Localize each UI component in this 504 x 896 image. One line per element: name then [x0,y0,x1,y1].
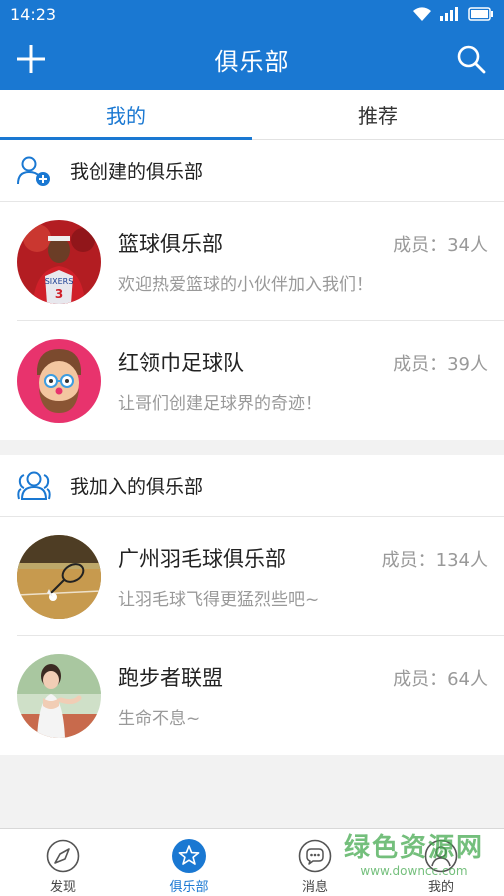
section-header: 我创建的俱乐部 [0,140,504,202]
search-button[interactable] [452,40,490,78]
bottom-nav: 发现 俱乐部 消息 我的 [0,828,504,896]
nav-label: 俱乐部 [169,880,209,895]
status-time: 14:23 [10,4,57,24]
group-icon [17,471,51,500]
tab-mine[interactable]: 我的 [0,90,252,140]
svg-text:3: 3 [55,287,63,301]
club-item[interactable]: 广州羽毛球俱乐部 成员：134人 让羽毛球飞得更猛烈些吧~ [0,517,504,636]
club-members: 成员：134人 [381,550,488,571]
club-item[interactable]: 跑步者联盟 成员：64人 生命不息~ [0,636,504,755]
section-header: 我加入的俱乐部 [0,455,504,517]
battery-icon [468,7,493,21]
club-top: 跑步者联盟 成员：64人 [118,662,488,692]
club-name: 跑步者联盟 [118,666,223,690]
club-description: 生命不息~ [118,709,201,729]
avatar [17,534,101,619]
club-description: 欢迎热爱篮球的小伙伴加入我们！ [118,275,373,295]
search-icon [457,45,486,74]
club-members: 成员：39人 [393,354,488,375]
club-description: 让哥们创建足球界的奇迹！ [118,394,322,414]
avatar [17,653,101,738]
tab-bar: 我的 推荐 [0,90,504,140]
club-name: 篮球俱乐部 [118,232,223,256]
club-name: 红领巾足球队 [118,351,244,375]
club-item[interactable]: SIXERS 3 篮球俱乐部 成员：34人 欢迎热爱篮球的小伙伴加入我们！ [0,202,504,321]
avatar [17,338,101,423]
club-top: 广州羽毛球俱乐部 成员：134人 [118,543,488,573]
svg-text:SIXERS: SIXERS [45,277,74,286]
user-icon [424,839,458,873]
compass-icon [46,839,80,873]
club-info: 篮球俱乐部 成员：34人 欢迎热爱篮球的小伙伴加入我们！ [118,228,488,295]
plus-icon [17,45,45,73]
badminton-court-avatar [17,534,101,619]
star-icon [172,839,206,873]
club-item[interactable]: 红领巾足球队 成员：39人 让哥们创建足球界的奇迹！ [0,321,504,440]
status-bar: 14:23 [0,0,504,28]
add-button[interactable] [12,40,50,78]
nav-label: 发现 [49,880,76,895]
runner-avatar [17,653,101,738]
section-title: 我加入的俱乐部 [70,476,204,498]
club-name: 广州羽毛球俱乐部 [118,547,286,571]
page-title: 俱乐部 [214,47,290,76]
avatar: SIXERS 3 [17,219,101,304]
tab-recommended[interactable]: 推荐 [252,90,504,139]
club-info: 红领巾足球队 成员：39人 让哥们创建足球界的奇迹！ [118,347,488,414]
nav-label: 消息 [301,880,328,895]
club-members: 成员：64人 [393,669,488,690]
club-info: 广州羽毛球俱乐部 成员：134人 让羽毛球飞得更猛烈些吧~ [118,543,488,610]
club-top: 篮球俱乐部 成员：34人 [118,228,488,258]
club-info: 跑步者联盟 成员：64人 生命不息~ [118,662,488,729]
nav-me[interactable]: 我的 [378,829,504,896]
club-top: 红领巾足球队 成员：39人 [118,347,488,377]
chat-icon [298,839,332,873]
add-user-icon [17,156,50,186]
status-icons [412,6,494,22]
nav-label: 我的 [427,880,454,895]
nav-messages[interactable]: 消息 [252,829,378,896]
club-description: 让羽毛球飞得更猛烈些吧~ [118,590,320,610]
nav-clubs[interactable]: 俱乐部 [126,829,252,896]
cartoon-face-avatar [17,338,101,423]
wifi-icon [413,7,431,21]
basketball-player-avatar: SIXERS 3 [17,219,101,304]
signal-icon [440,7,458,21]
nav-discover[interactable]: 发现 [0,829,126,896]
section-title: 我创建的俱乐部 [70,161,204,183]
app-bar: 俱乐部 [0,28,504,90]
section-joined-clubs: 我加入的俱乐部 广州羽毛球俱乐部 成员：134人 让羽毛球飞得更猛烈些吧~ 跑步… [0,455,504,755]
club-members: 成员：34人 [393,235,488,256]
section-created-clubs: 我创建的俱乐部 SIXERS 3 篮球俱乐部 成员：34人 欢迎热爱篮球的小伙伴… [0,140,504,440]
